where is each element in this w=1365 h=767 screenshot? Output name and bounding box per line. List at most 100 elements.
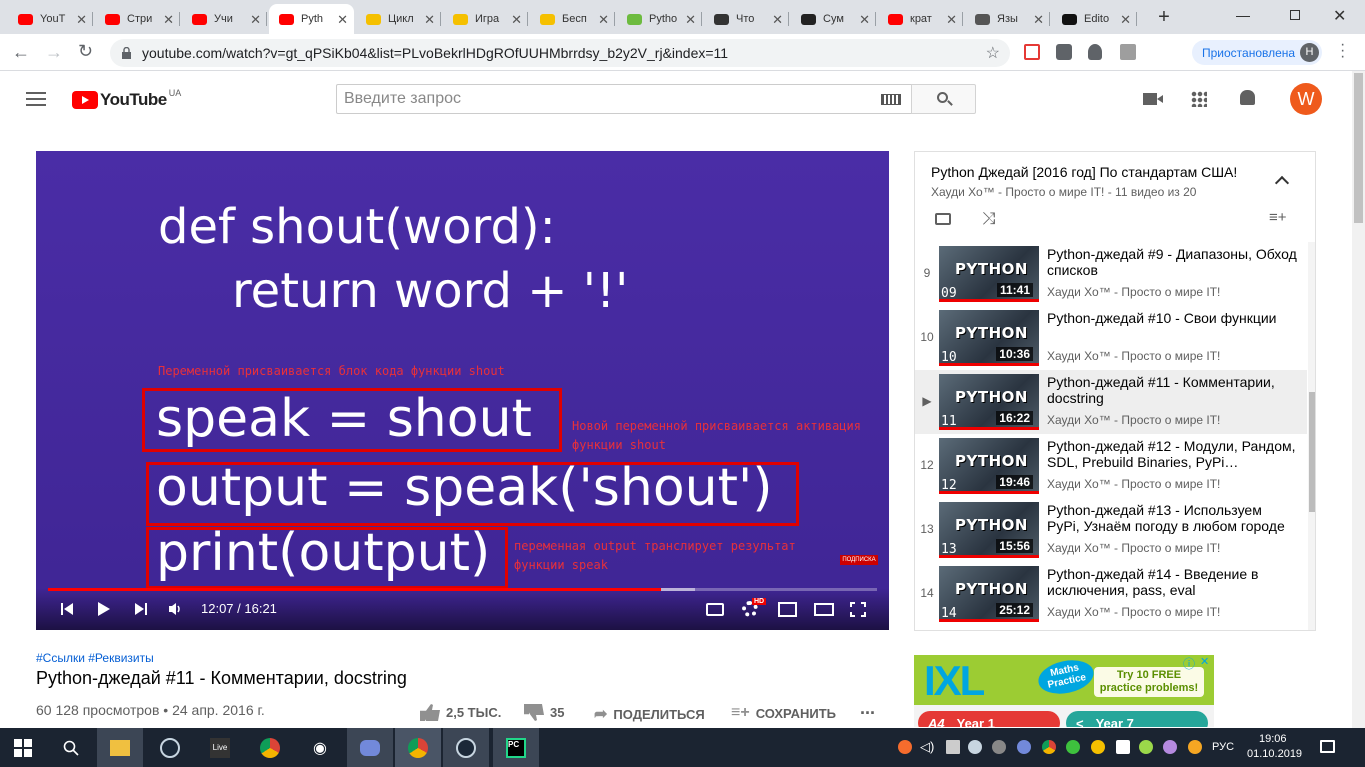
share-button[interactable]: ➦ ПОДЕЛИТЬСЯ	[594, 704, 705, 724]
browser-tab[interactable]: Цикл ✕	[356, 4, 441, 34]
profile-chip[interactable]: Приостановлена H	[1192, 40, 1322, 65]
minimize-button[interactable]	[1236, 16, 1250, 17]
reload-icon[interactable]: ↻	[78, 41, 93, 62]
more-actions-icon[interactable]: ...	[860, 698, 875, 719]
taskbar-chrome-icon[interactable]	[247, 728, 293, 767]
collapse-chevron-icon[interactable]	[1274, 175, 1290, 191]
ad-year1-button[interactable]: A4 Year 1	[918, 711, 1060, 727]
tray-clock-icon[interactable]	[1091, 740, 1105, 754]
subtitles-icon[interactable]	[706, 603, 724, 616]
bookmark-star-icon[interactable]: ☆	[986, 43, 1000, 63]
tray-app-icon[interactable]	[992, 740, 1006, 754]
tray-cloud-icon[interactable]	[1066, 740, 1080, 754]
tray-chrome-icon[interactable]	[1042, 740, 1056, 754]
hamburger-menu-icon[interactable]	[26, 92, 46, 106]
miniplayer-icon[interactable]	[778, 602, 797, 617]
keyboard-icon[interactable]	[881, 94, 901, 105]
playlist-item[interactable]: ▶ PYTHON 11 16:22 Python-джедай #11 - Коммен…	[915, 370, 1307, 434]
tray-volume-icon[interactable]: ◁)	[920, 739, 934, 755]
browser-tab[interactable]: Pyth ✕	[269, 4, 354, 34]
previous-icon[interactable]	[60, 602, 74, 619]
tray-steam-icon[interactable]	[968, 740, 982, 754]
browser-tab[interactable]: Игра ✕	[443, 4, 528, 34]
taskbar-pycharm-icon[interactable]: PC	[493, 728, 539, 767]
tray-language[interactable]: РУС	[1212, 741, 1234, 753]
page-scrollbar[interactable]	[1352, 71, 1365, 728]
playlist-item[interactable]: 13 PYTHON 13 15:56 Python-джедай #13 - Испол…	[915, 498, 1307, 562]
search-button[interactable]	[911, 84, 976, 114]
ad-close-icon[interactable]: ✕	[1200, 655, 1209, 668]
play-icon[interactable]	[97, 601, 111, 620]
tray-brush-icon[interactable]	[1163, 740, 1177, 754]
taskbar-steam-icon[interactable]	[147, 728, 193, 767]
playlist-item[interactable]: 10 PYTHON 10 10:36 Python-джедай #10 - Свои …	[915, 306, 1307, 370]
browser-tab[interactable]: YouT ✕	[8, 4, 93, 34]
tab-close-icon[interactable]: ✕	[946, 12, 957, 28]
search-input[interactable]: Введите запрос	[336, 84, 912, 114]
browser-tab[interactable]: Бесп ✕	[530, 4, 615, 34]
next-icon[interactable]	[134, 602, 148, 619]
tray-network-icon[interactable]	[946, 740, 960, 754]
theater-mode-icon[interactable]	[814, 603, 834, 616]
browser-tab[interactable]: Учи ✕	[182, 4, 267, 34]
playlist-scrollbar[interactable]	[1308, 242, 1315, 630]
tab-close-icon[interactable]: ✕	[250, 12, 261, 28]
start-button[interactable]	[0, 728, 46, 767]
taskbar-explorer-icon[interactable]	[97, 728, 143, 767]
progress-track[interactable]	[48, 588, 877, 591]
tray-clock-time[interactable]: 19:06	[1259, 733, 1287, 745]
create-video-icon[interactable]	[1143, 93, 1157, 105]
notifications-bell-icon[interactable]	[1240, 90, 1255, 105]
like-button[interactable]: 2,5 ТЫС.	[420, 704, 501, 721]
volume-icon[interactable]	[168, 602, 184, 619]
video-player[interactable]: def shout(word): return word + '!' Перем…	[36, 151, 889, 630]
back-icon[interactable]: ←	[12, 42, 30, 63]
extension-icon-2[interactable]	[1056, 44, 1072, 60]
menu-dots-icon[interactable]: · · ·	[1340, 37, 1346, 65]
browser-tab[interactable]: крат ✕	[878, 4, 963, 34]
ad-year7-button[interactable]: < Year 7	[1066, 711, 1208, 727]
tab-close-icon[interactable]: ✕	[76, 12, 87, 28]
playlist-item[interactable]: 12 PYTHON 12 19:46 Python-джедай #12 - Модул…	[915, 434, 1307, 498]
tab-close-icon[interactable]: ✕	[1120, 12, 1131, 28]
address-bar[interactable]: youtube.com/watch?v=gt_qPSiKb04&list=PLv…	[110, 39, 1010, 67]
tab-close-icon[interactable]: ✕	[337, 12, 348, 28]
taskbar-chrome-active-icon[interactable]	[395, 728, 441, 767]
account-avatar[interactable]: W	[1290, 83, 1322, 115]
tray-clock-date[interactable]: 01.10.2019	[1247, 748, 1302, 760]
subscribe-badge[interactable]: ПОДПИСКА	[840, 555, 878, 565]
playlist-item[interactable]: 14 PYTHON 14 25:12 Python-джедай #14 - Введе…	[915, 562, 1307, 626]
extension-icon-3[interactable]	[1088, 44, 1102, 60]
browser-tab[interactable]: Что ✕	[704, 4, 789, 34]
browser-tab[interactable]: Стри ✕	[95, 4, 180, 34]
ad-info-icon[interactable]: ⓘ	[1183, 655, 1195, 672]
tab-close-icon[interactable]: ✕	[424, 12, 435, 28]
tab-close-icon[interactable]: ✕	[685, 12, 696, 28]
fullscreen-icon[interactable]	[850, 602, 866, 617]
tray-origin-icon[interactable]	[898, 740, 912, 754]
dislike-button[interactable]: 35	[524, 704, 564, 721]
shuffle-icon[interactable]: ⤨	[982, 209, 996, 229]
notifications-center-icon[interactable]	[1320, 740, 1335, 753]
youtube-logo[interactable]: YouTube UA	[72, 88, 181, 110]
playlist-item[interactable]: 9 PYTHON 09 11:41 Python-джедай #9 - Диапазо…	[915, 242, 1307, 306]
playlist-title[interactable]: Python Джедай [2016 год] По стандартам С…	[931, 164, 1237, 180]
loop-icon[interactable]	[935, 213, 951, 225]
tab-close-icon[interactable]: ✕	[1033, 12, 1044, 28]
browser-tab[interactable]: Язы ✕	[965, 4, 1050, 34]
tab-close-icon[interactable]: ✕	[163, 12, 174, 28]
forward-icon[interactable]: →	[45, 42, 63, 63]
tab-close-icon[interactable]: ✕	[511, 12, 522, 28]
tray-discord-icon[interactable]	[1017, 740, 1031, 754]
tab-close-icon[interactable]: ✕	[859, 12, 870, 28]
save-playlist-icon[interactable]: ≡+	[1269, 209, 1287, 226]
tab-close-icon[interactable]: ✕	[772, 12, 783, 28]
taskbar-ableton-icon[interactable]: Live	[197, 728, 243, 767]
maximize-button[interactable]	[1290, 10, 1300, 20]
browser-tab[interactable]: Pytho ✕	[617, 4, 702, 34]
taskbar-search-icon[interactable]	[48, 728, 94, 767]
extension-icon-1[interactable]	[1024, 44, 1040, 60]
taskbar-steam-active-icon[interactable]	[443, 728, 489, 767]
advertisement[interactable]: IXL Maths Practice Try 10 FREE practice …	[914, 655, 1214, 727]
new-tab-button[interactable]: +	[1153, 6, 1175, 28]
